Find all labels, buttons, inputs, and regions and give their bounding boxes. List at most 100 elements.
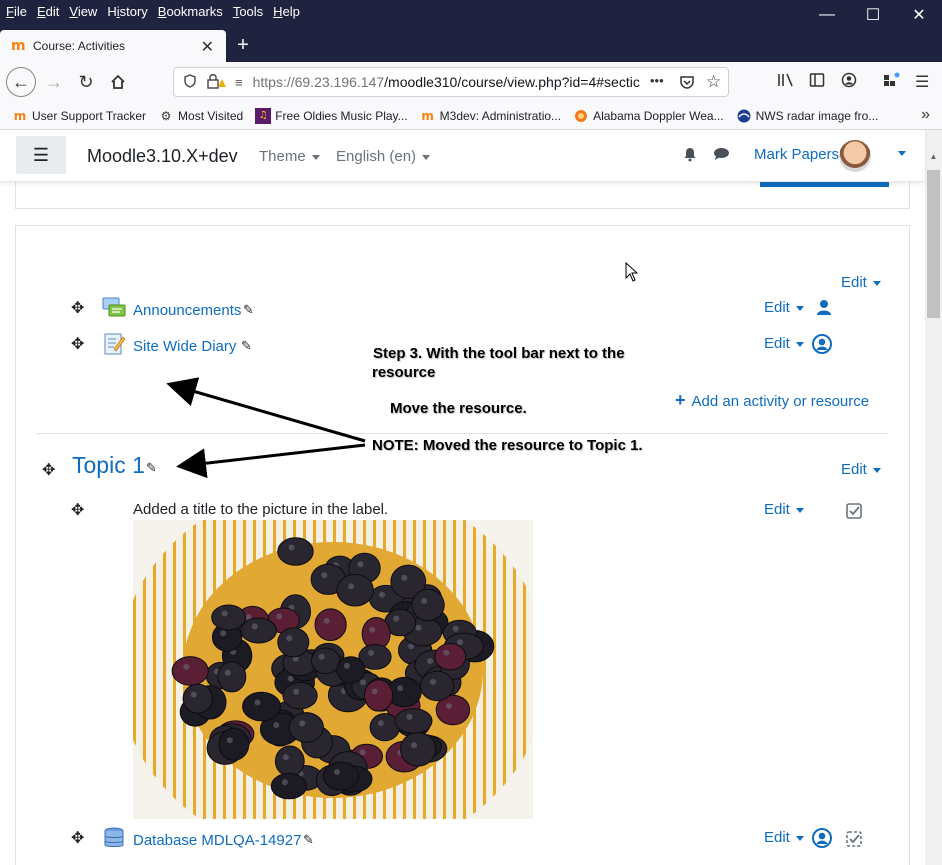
completion-checkbox-icon[interactable] [842, 499, 866, 523]
user-name[interactable]: Mark Papers [754, 146, 839, 163]
home-icon[interactable] [104, 68, 132, 96]
move-icon[interactable]: ✥ [42, 460, 55, 479]
add-activity-button[interactable]: + Add an activity or resource [675, 390, 869, 411]
language-menu[interactable]: English (en) [336, 148, 431, 165]
activity-database-link[interactable]: Database MDLQA-14927 [133, 832, 301, 849]
completion-checkbox-icon[interactable] [842, 827, 866, 851]
activity-edit-menu[interactable]: Edit [764, 299, 804, 316]
section-divider [36, 433, 888, 434]
pocket-icon[interactable] [679, 74, 695, 93]
user-menu-chevron-down-icon[interactable] [898, 151, 906, 156]
bookmark-item[interactable]: ♫ Free Oldies Music Play... [255, 107, 408, 124]
permissions-icon[interactable]: ≡ [235, 75, 243, 90]
edit-title-pencil-icon[interactable]: ✎ [303, 833, 314, 848]
user-circle-icon[interactable] [810, 332, 834, 356]
chevron-down-icon [872, 467, 881, 473]
moodle-icon: m [421, 108, 434, 123]
menu-file[interactable]: File [0, 1, 32, 23]
bookmark-item[interactable]: m M3dev: Administratio... [420, 108, 561, 124]
maximize-icon[interactable]: ☐ [850, 0, 896, 30]
back-icon[interactable]: ← [6, 67, 36, 97]
menu-help[interactable]: Help [268, 1, 305, 23]
close-tab-icon[interactable]: ✕ [201, 37, 214, 57]
messages-icon[interactable] [713, 147, 730, 164]
diary-icon [104, 333, 126, 355]
activity-edit-menu[interactable]: Edit [764, 829, 804, 846]
bookmark-star-icon[interactable]: ☆ [706, 72, 721, 92]
user-circle-icon[interactable] [810, 826, 834, 850]
forward-icon[interactable]: → [40, 68, 68, 96]
bookmark-item[interactable]: ⚙ Most Visited [158, 108, 244, 124]
theme-menu[interactable]: Theme [259, 148, 320, 165]
sidebar-icon[interactable] [809, 72, 825, 93]
section-edit-menu[interactable]: Edit [841, 461, 881, 478]
move-icon[interactable]: ✥ [71, 828, 84, 847]
label-text: Added a title to the picture in the labe… [133, 501, 389, 518]
annotation-step3-line2: resource [372, 364, 436, 381]
menu-bar: File Edit View History Bookmarks Tools H… [0, 0, 305, 24]
chevron-down-icon [795, 305, 804, 311]
menu-view[interactable]: View [64, 1, 102, 23]
bookmarks-overflow-icon[interactable]: » [921, 106, 930, 124]
mouse-cursor-icon [625, 262, 639, 282]
drawer-toggle-button[interactable]: ☰ [16, 136, 66, 174]
nws-icon [736, 108, 752, 124]
app-menu-icon[interactable]: ☰ [915, 72, 929, 92]
menu-edit[interactable]: Edit [32, 1, 64, 23]
section-edit-menu[interactable]: Edit [841, 274, 881, 291]
activity-edit-menu[interactable]: Edit [764, 335, 804, 352]
user-icon[interactable] [812, 296, 836, 320]
menu-tools[interactable]: Tools [228, 1, 268, 23]
insecure-lock-icon[interactable] [206, 73, 226, 92]
database-icon [104, 827, 124, 847]
gear-icon: ⚙ [160, 108, 172, 123]
bookmark-item[interactable]: NWS radar image fro... [736, 108, 878, 124]
minimize-icon[interactable]: — [804, 0, 850, 30]
weather-icon [573, 108, 589, 124]
menu-bookmarks[interactable]: Bookmarks [153, 1, 228, 23]
close-window-icon[interactable]: ✕ [896, 0, 942, 30]
page-actions-icon[interactable]: ••• [650, 73, 664, 88]
activity-announcements-link[interactable]: Announcements [133, 302, 241, 319]
url-bar[interactable]: ≡ https://69.23.196.147/moodle310/course… [173, 67, 729, 97]
tab-course-activities[interactable]: m Course: Activities ✕ [0, 30, 226, 62]
edit-title-pencil-icon[interactable]: ✎ [146, 461, 157, 476]
move-icon[interactable]: ✥ [71, 298, 84, 317]
bookmarks-toolbar: m User Support Tracker ⚙ Most Visited ♫ … [0, 102, 942, 130]
annotation-move: Move the resource. [390, 400, 527, 417]
primary-button-edge[interactable] [760, 182, 889, 187]
scrollbar-thumb[interactable] [927, 170, 940, 318]
activity-edit-menu[interactable]: Edit [764, 501, 804, 518]
chevron-down-icon [795, 835, 804, 841]
chevron-down-icon [795, 507, 804, 513]
section-title-topic-1[interactable]: Topic 1 [72, 452, 145, 479]
blackberries-photo [133, 520, 533, 819]
edit-title-pencil-icon[interactable]: ✎ [241, 339, 252, 354]
activity-site-wide-diary-link[interactable]: Site Wide Diary [133, 338, 236, 355]
extensions-icon[interactable] [883, 72, 901, 93]
move-icon[interactable]: ✥ [71, 334, 84, 353]
browser-titlebar: File Edit View History Bookmarks Tools H… [0, 0, 942, 62]
shield-icon[interactable] [183, 73, 197, 91]
menu-history[interactable]: History [102, 1, 152, 23]
avatar[interactable] [839, 140, 871, 172]
account-icon[interactable] [841, 72, 857, 93]
tab-title: Course: Activities [33, 39, 126, 53]
plus-icon: + [675, 390, 686, 410]
annotation-step3-line1: Step 3. With the tool bar next to the [373, 345, 625, 362]
edit-title-pencil-icon[interactable]: ✎ [243, 303, 254, 318]
move-icon[interactable]: ✥ [71, 500, 84, 519]
forum-icon [102, 297, 126, 317]
bookmark-item[interactable]: Alabama Doppler Wea... [573, 108, 724, 124]
reload-icon[interactable]: ↻ [72, 68, 100, 96]
site-name[interactable]: Moodle3.10.X+dev [87, 146, 238, 167]
library-icon[interactable] [777, 72, 795, 93]
chevron-down-icon [311, 154, 320, 160]
bookmark-item[interactable]: m User Support Tracker [12, 108, 146, 124]
notifications-bell-icon[interactable] [683, 147, 697, 165]
scroll-up-icon[interactable]: ▲ [925, 148, 942, 165]
moodle-icon: m [13, 108, 27, 123]
navigation-toolbar: ← → ↻ ≡ https://69.23.196.147/moodle310/… [0, 62, 942, 102]
url-text[interactable]: https://69.23.196.147/moodle310/course/v… [253, 74, 643, 90]
new-tab-icon[interactable]: + [232, 34, 254, 56]
